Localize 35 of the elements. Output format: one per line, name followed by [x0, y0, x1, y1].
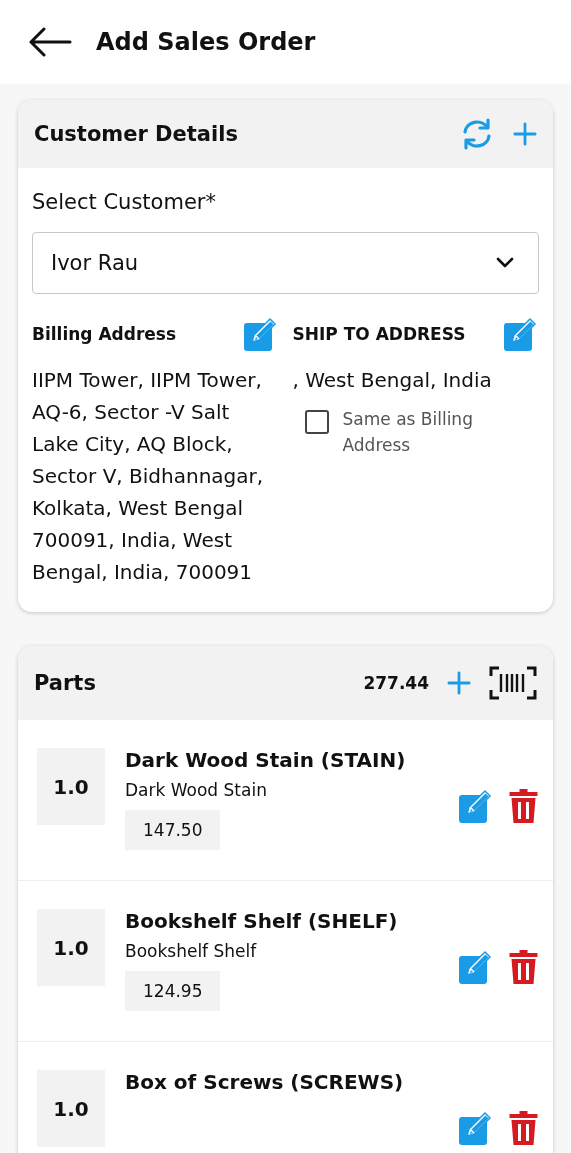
part-name: Bookshelf Shelf (SHELF) — [125, 909, 398, 933]
edit-icon[interactable] — [458, 788, 494, 824]
checkbox[interactable] — [304, 410, 329, 434]
barcode-scan-icon[interactable] — [489, 666, 537, 700]
chevron-down-icon — [496, 257, 514, 269]
delete-icon[interactable] — [508, 1110, 539, 1146]
checkbox-label: Same as Billing Address — [342, 408, 474, 457]
delete-icon[interactable] — [508, 949, 539, 985]
add-icon[interactable] — [513, 122, 537, 146]
address-text: IIPM Tower, IIPM Tower, AQ-6, Sector -V Salt Lake City, AQ Block, Sector V, Bidhannagar, Kolkata, West Bengal 700091, India, West Bengal, India, 700091 — [32, 367, 265, 586]
part-description: Dark Wood Stain — [125, 780, 267, 800]
edit-icon[interactable] — [503, 316, 539, 352]
delete-icon[interactable] — [508, 788, 539, 824]
total-amount: 277.44 — [363, 673, 429, 693]
edit-icon[interactable] — [458, 1110, 494, 1146]
section-title: Billing Address — [32, 324, 177, 344]
part-name: Box of Screws (SCREWS) — [125, 1070, 404, 1094]
page-title: Add Sales Order — [96, 28, 316, 56]
add-icon[interactable] — [447, 671, 471, 695]
section-title: SHIP TO ADDRESS — [292, 324, 466, 344]
edit-icon[interactable] — [458, 949, 494, 985]
back-icon[interactable] — [28, 27, 72, 57]
quantity: 1.0 — [37, 748, 105, 825]
card-title: Parts — [34, 671, 96, 695]
address-text: , West Bengal, India — [292, 367, 493, 394]
quantity: 1.0 — [37, 909, 105, 986]
quantity: 1.0 — [37, 1070, 105, 1147]
part-price: 147.50 — [125, 810, 221, 850]
field-label: Select Customer* — [32, 190, 217, 214]
part-price: 124.95 — [125, 971, 221, 1011]
part-description: Bookshelf Shelf — [125, 941, 257, 961]
card-title: Customer Details — [34, 122, 238, 146]
customer-dropdown[interactable]: Ivor Rau — [32, 232, 539, 294]
part-name: Dark Wood Stain (STAIN) — [125, 748, 406, 772]
edit-icon[interactable] — [242, 316, 279, 352]
